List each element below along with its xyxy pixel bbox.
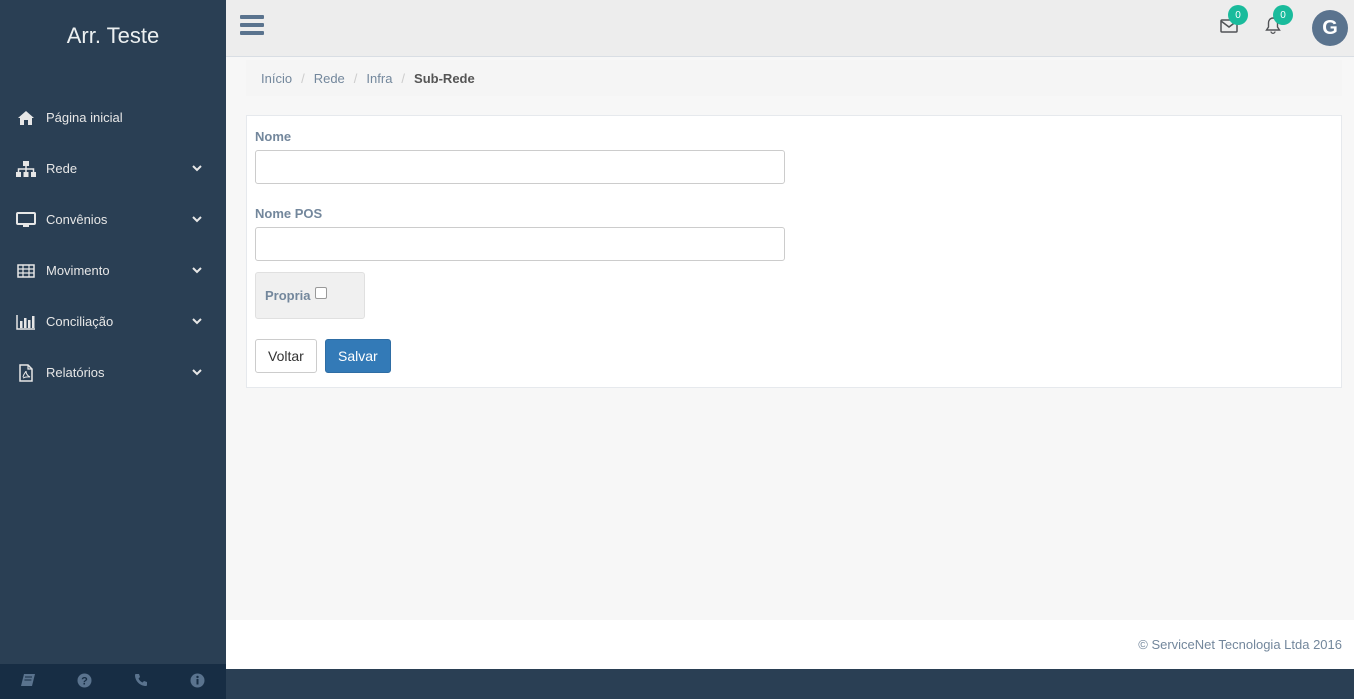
phone-icon xyxy=(134,673,148,690)
sidebar-item-label: Página inicial xyxy=(46,110,123,125)
desktop-icon xyxy=(16,211,36,229)
chevron-down-icon xyxy=(190,213,204,227)
top-navbar: 0 0 G xyxy=(226,0,1354,57)
home-icon xyxy=(16,109,36,127)
breadcrumb-infra[interactable]: Infra xyxy=(366,71,392,86)
chevron-down-icon xyxy=(190,315,204,329)
sidebar-footer: ? xyxy=(0,664,226,699)
breadcrumb-active: Sub-Rede xyxy=(414,70,475,86)
sidebar-item-label: Conciliação xyxy=(46,314,114,329)
chevron-down-icon xyxy=(190,366,204,380)
breadcrumb: Início / Rede / Infra / Sub-Rede xyxy=(246,60,1342,96)
breadcrumb-separator: / xyxy=(301,70,305,86)
sidebar: Arr. Teste Página inicial Rede Convênios xyxy=(0,0,226,699)
sidebar-item-pagina-inicial[interactable]: Página inicial xyxy=(0,92,226,143)
sidebar-footer-info-button[interactable] xyxy=(170,664,227,699)
sidebar-item-label: Relatórios xyxy=(46,365,105,380)
chevron-down-icon xyxy=(190,264,204,278)
back-button[interactable]: Voltar xyxy=(255,339,317,373)
sidebar-footer-help-button[interactable]: ? xyxy=(57,664,114,699)
sidebar-nav: Página inicial Rede Convênios Movimento … xyxy=(0,92,226,398)
sidebar-item-rede[interactable]: Rede xyxy=(0,143,226,194)
hamburger-icon xyxy=(240,15,264,19)
breadcrumb-separator: / xyxy=(401,70,406,86)
propria-checkbox[interactable] xyxy=(314,286,327,299)
sidebar-item-label: Movimento xyxy=(46,263,110,278)
table-icon xyxy=(16,262,36,280)
sidebar-item-relatorios[interactable]: Relatórios xyxy=(0,347,226,398)
messages-count-badge: 0 xyxy=(1228,5,1248,25)
bar-chart-icon xyxy=(16,313,36,331)
menu-toggle-button[interactable] xyxy=(240,15,264,37)
sidebar-item-movimento[interactable]: Movimento xyxy=(0,245,226,296)
sidebar-item-convenios[interactable]: Convênios xyxy=(0,194,226,245)
svg-text:?: ? xyxy=(81,675,88,687)
notifications-count-badge: 0 xyxy=(1273,5,1293,25)
page-footer: © ServiceNet Tecnologia Ltda 2016 xyxy=(226,620,1354,669)
save-button[interactable]: Salvar xyxy=(325,339,391,373)
question-icon: ? xyxy=(77,673,92,691)
sidebar-item-label: Rede xyxy=(46,161,78,176)
pdf-file-icon xyxy=(16,363,36,382)
notifications-button[interactable]: 0 xyxy=(1265,5,1293,36)
brand-title[interactable]: Arr. Teste xyxy=(0,0,226,72)
breadcrumb-separator: / xyxy=(353,70,358,86)
breadcrumb-inicio[interactable]: Início xyxy=(261,71,292,86)
info-icon xyxy=(190,673,205,691)
breadcrumb-rede[interactable]: Rede xyxy=(314,71,345,86)
hamburger-icon-bar xyxy=(240,31,264,35)
sidebar-footer-phone-button[interactable] xyxy=(113,664,170,699)
propria-checkbox-group: Propria xyxy=(255,272,365,319)
nome-pos-label: Nome POS xyxy=(255,206,323,221)
hamburger-icon-bar xyxy=(240,23,264,27)
chevron-down-icon xyxy=(190,162,204,176)
book-icon xyxy=(20,673,36,690)
form-panel: Nome Nome POS Propria Voltar Salvar xyxy=(246,115,1342,388)
sidebar-footer-book-button[interactable] xyxy=(0,664,57,699)
copyright-text: © ServiceNet Tecnologia Ltda 2016 xyxy=(1138,637,1342,652)
nome-label: Nome xyxy=(255,129,292,144)
nome-pos-input[interactable] xyxy=(255,227,785,261)
nome-input[interactable] xyxy=(255,150,785,184)
user-avatar[interactable]: G xyxy=(1312,10,1348,46)
sitemap-icon xyxy=(16,160,36,178)
messages-button[interactable]: 0 xyxy=(1220,5,1248,36)
sidebar-item-label: Convênios xyxy=(46,212,108,227)
sidebar-item-conciliacao[interactable]: Conciliação xyxy=(0,296,226,347)
bottom-bar xyxy=(226,669,1354,699)
propria-label: Propria xyxy=(265,288,311,303)
